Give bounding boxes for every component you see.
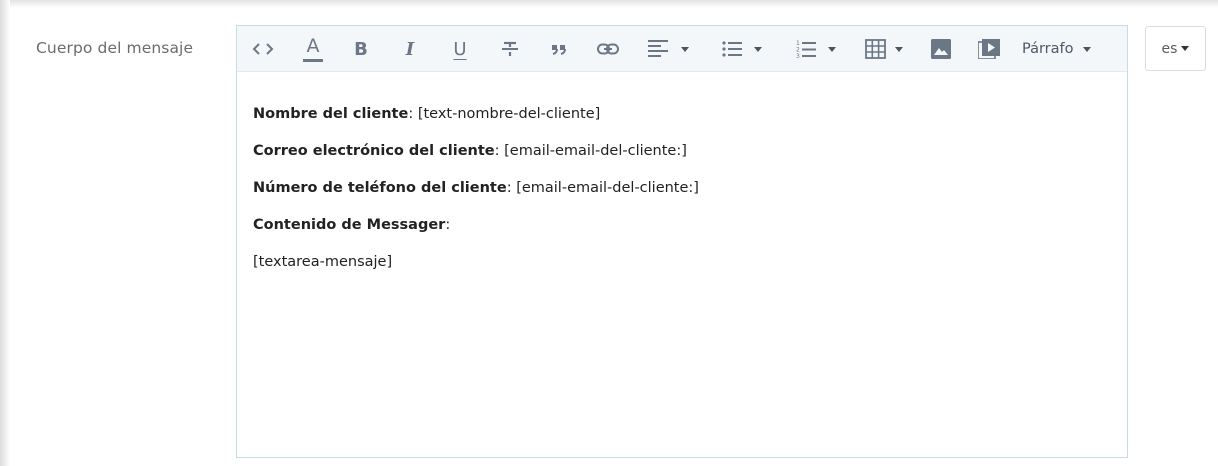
link-icon xyxy=(597,43,619,55)
strikethrough-button[interactable] xyxy=(496,26,524,72)
chevron-down-icon xyxy=(1082,46,1091,52)
link-button[interactable] xyxy=(593,26,623,72)
chevron-down-icon xyxy=(828,46,836,52)
shortcode: [text-nombre-del-cliente] xyxy=(417,106,601,122)
bulleted-list-icon xyxy=(722,41,742,57)
chevron-down-icon xyxy=(681,46,689,52)
left-shadow xyxy=(0,0,10,466)
image-icon xyxy=(931,39,951,59)
message-body-shortcode: [textarea-mensaje] xyxy=(253,254,393,270)
numbered-list-icon: 123 xyxy=(796,39,816,59)
font-color-button[interactable]: A xyxy=(297,26,329,72)
insert-image-button[interactable] xyxy=(927,26,955,72)
italic-button[interactable]: I xyxy=(396,26,424,72)
field-label: Número de teléfono del cliente xyxy=(253,180,507,196)
align-dropdown-button[interactable] xyxy=(639,26,697,72)
video-icon xyxy=(978,39,1000,59)
underline-button[interactable]: U xyxy=(446,26,474,72)
insert-video-button[interactable] xyxy=(974,26,1004,72)
editor-toolbar: A B I U 1 2 3 Párrafo xyxy=(237,26,1127,72)
table-dropdown-button[interactable] xyxy=(858,26,910,72)
strikethrough-icon xyxy=(501,40,519,58)
field-label: Correo electrónico del cliente xyxy=(253,143,495,159)
separator: : xyxy=(494,143,505,159)
rich-text-editor: A B I U 1 2 3 Párrafo Nombre del cliente… xyxy=(236,25,1128,458)
separator: : xyxy=(506,180,517,196)
chevron-down-icon xyxy=(895,46,903,52)
bold-icon: B xyxy=(354,38,368,60)
chevron-down-icon xyxy=(1181,46,1190,51)
language-selector[interactable]: es xyxy=(1145,26,1206,71)
code-view-button[interactable] xyxy=(247,26,279,72)
shortcode: [email-email-del-cliente:] xyxy=(516,180,699,196)
code-view-icon xyxy=(252,42,274,56)
underline-icon: U xyxy=(453,38,467,60)
separator: : xyxy=(445,217,451,233)
field-label: Contenido de Messager xyxy=(253,217,446,233)
customer-phone-line: Número de teléfono del cliente: [email-e… xyxy=(253,178,1111,199)
blockquote-icon xyxy=(551,43,567,55)
language-label: es xyxy=(1161,40,1178,57)
numbered-list-dropdown-button[interactable]: 123 xyxy=(787,26,845,72)
bulleted-list-dropdown-button[interactable] xyxy=(714,26,770,72)
editor-content[interactable]: Nombre del cliente: [text-nombre-del-cli… xyxy=(253,104,1111,289)
paragraph-format-dropdown[interactable]: Párrafo xyxy=(1022,26,1091,72)
message-content-line: Contenido de Messager: xyxy=(253,215,1111,236)
form-row: Cuerpo del mensaje A B I U 1 2 3 Párrafo… xyxy=(0,0,1218,466)
customer-name-line: Nombre del cliente: [text-nombre-del-cli… xyxy=(253,104,1111,125)
align-left-icon xyxy=(647,39,669,59)
svg-text:3: 3 xyxy=(796,53,800,59)
message-body-label: Cuerpo del mensaje xyxy=(36,39,194,57)
table-icon xyxy=(865,39,886,59)
paragraph-format-label: Párrafo xyxy=(1022,41,1074,57)
bold-button[interactable]: B xyxy=(347,26,375,72)
chevron-down-icon xyxy=(754,46,762,52)
italic-icon: I xyxy=(405,38,415,60)
customer-email-line: Correo electrónico del cliente: [email-e… xyxy=(253,141,1111,162)
field-label: Nombre del cliente xyxy=(253,106,409,122)
blockquote-button[interactable] xyxy=(545,26,573,72)
shortcode: [email-email-del-cliente:] xyxy=(504,143,687,159)
separator: : xyxy=(408,106,418,122)
font-color-icon: A xyxy=(303,36,323,62)
top-shadow xyxy=(0,0,1218,8)
